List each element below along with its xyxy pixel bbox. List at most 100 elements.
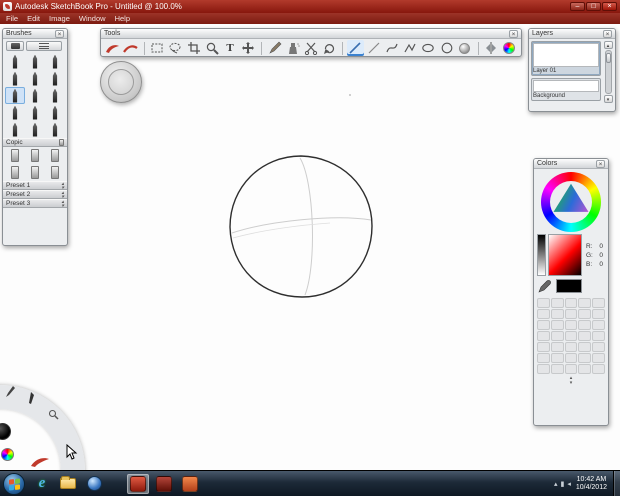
tray-network-icon[interactable]: ▮ xyxy=(560,480,564,488)
taskbar-clock[interactable]: 10:42 AM 10/4/2012 xyxy=(576,476,607,492)
tray-volume-icon[interactable]: ◂ xyxy=(567,480,571,488)
color-swatch[interactable] xyxy=(564,364,578,374)
copic-swatch[interactable] xyxy=(25,164,45,181)
circle-tool-icon[interactable] xyxy=(438,40,455,56)
color-swatch[interactable] xyxy=(592,342,605,352)
taskbar-ie-icon[interactable]: e xyxy=(31,474,53,494)
brush-library-button[interactable] xyxy=(6,41,24,51)
taskbar-sketchbook-button[interactable] xyxy=(127,473,149,494)
preset-3-header[interactable]: Preset 3 ▴ ▾ xyxy=(3,199,67,208)
color-swatch[interactable] xyxy=(578,364,592,374)
cut-tool-icon[interactable] xyxy=(302,40,319,56)
layers-opacity-slider[interactable] xyxy=(604,50,612,94)
brushes-close-icon[interactable]: × xyxy=(55,29,64,38)
color-swatch[interactable] xyxy=(578,342,592,352)
color-swatch[interactable] xyxy=(537,320,550,330)
color-swatch[interactable] xyxy=(592,353,605,363)
menu-image[interactable]: Image xyxy=(49,14,70,23)
preset-1-expand-icon[interactable]: ▴ ▾ xyxy=(61,181,64,190)
menu-file[interactable]: File xyxy=(6,14,18,23)
color-swatch[interactable] xyxy=(578,298,592,308)
slider-knob[interactable] xyxy=(605,53,611,63)
color-swatch[interactable] xyxy=(537,331,550,341)
color-swatch[interactable] xyxy=(592,298,605,308)
transform-tool-icon[interactable] xyxy=(321,40,338,56)
copic-section-header[interactable]: Copic xyxy=(3,138,67,147)
color-swatch[interactable] xyxy=(537,342,550,352)
brush-list-view-button[interactable] xyxy=(26,41,62,51)
lasso-tool-icon[interactable] xyxy=(167,40,184,56)
lagoon-brush-icon[interactable] xyxy=(26,391,37,404)
color-swatch[interactable] xyxy=(550,320,564,330)
preset-2-header[interactable]: Preset 2 ▴ ▾ xyxy=(3,190,67,199)
brush-swatch[interactable] xyxy=(5,104,25,121)
brush-swatch[interactable] xyxy=(45,53,65,70)
preset-1-header[interactable]: Preset 1 ▴ ▾ xyxy=(3,181,67,190)
color-swatch[interactable] xyxy=(592,364,605,374)
brush-swatch[interactable] xyxy=(45,121,65,138)
color-swatch[interactable] xyxy=(578,309,592,319)
color-swatch[interactable] xyxy=(564,320,578,330)
start-button[interactable] xyxy=(3,472,25,495)
lagoon-pen-icon[interactable] xyxy=(4,385,15,398)
lagoon-zoom-icon[interactable] xyxy=(48,409,59,420)
color-swatch[interactable] xyxy=(578,353,592,363)
color-swatch[interactable] xyxy=(550,364,564,374)
menu-help[interactable]: Help xyxy=(115,14,130,23)
lagoon-color-wheel-icon[interactable] xyxy=(1,448,14,461)
brush-stroke-tool-icon[interactable] xyxy=(104,40,121,56)
brush-swatch[interactable] xyxy=(5,121,25,138)
brush-swatch[interactable] xyxy=(45,87,65,104)
copic-swatch[interactable] xyxy=(25,147,45,164)
brush-swatch[interactable] xyxy=(25,70,45,87)
close-button[interactable]: × xyxy=(602,2,617,11)
color-swatch[interactable] xyxy=(537,298,550,308)
color-swatch[interactable] xyxy=(564,298,578,308)
lagoon-stroke-icon[interactable] xyxy=(30,455,50,468)
menu-edit[interactable]: Edit xyxy=(27,14,40,23)
brush-puck[interactable] xyxy=(100,61,142,103)
brush-swatch[interactable] xyxy=(5,70,25,87)
color-swatch[interactable] xyxy=(550,342,564,352)
swatch-scroll-icon[interactable]: ▴ ▾ xyxy=(534,376,608,386)
brush-swatch[interactable] xyxy=(25,53,45,70)
layers-close-icon[interactable]: × xyxy=(603,29,612,38)
copic-swatch[interactable] xyxy=(5,164,25,181)
brush-swatch[interactable] xyxy=(45,70,65,87)
minimize-button[interactable]: – xyxy=(570,2,585,11)
taskbar-app-button[interactable] xyxy=(153,474,175,494)
layers-scroll-up-icon[interactable]: ▴ xyxy=(603,41,613,49)
color-swatch[interactable] xyxy=(537,353,550,363)
tools-close-icon[interactable]: × xyxy=(509,29,518,38)
gradient-ball-icon[interactable] xyxy=(456,40,473,56)
color-swatch[interactable] xyxy=(578,320,592,330)
brush-swatch[interactable] xyxy=(25,121,45,138)
crop-tool-icon[interactable] xyxy=(185,40,202,56)
curve-tool-icon[interactable] xyxy=(383,40,400,56)
color-swatch[interactable] xyxy=(564,342,578,352)
color-swatch[interactable] xyxy=(592,309,605,319)
color-swatch[interactable] xyxy=(550,331,564,341)
rect-select-tool-icon[interactable] xyxy=(148,40,165,56)
brush-swatch[interactable] xyxy=(45,104,65,121)
pencil-tool-icon[interactable] xyxy=(266,40,283,56)
taskbar-media-player-icon[interactable] xyxy=(83,474,105,494)
color-wheel[interactable] xyxy=(541,172,601,232)
color-swatch[interactable] xyxy=(537,309,550,319)
pen-stroke-tool-icon[interactable] xyxy=(122,40,139,56)
color-swatch[interactable] xyxy=(550,309,564,319)
show-desktop-button[interactable] xyxy=(613,470,620,496)
preset-3-expand-icon[interactable]: ▴ ▾ xyxy=(61,199,64,208)
brush-swatch-selected[interactable] xyxy=(5,87,25,104)
saturation-value-picker[interactable] xyxy=(548,234,582,276)
color-swatch[interactable] xyxy=(564,353,578,363)
layers-scrollbar[interactable]: ▴ ▾ xyxy=(603,41,613,103)
zoom-tool-icon[interactable] xyxy=(203,40,220,56)
taskbar-app-button-2[interactable] xyxy=(179,474,201,494)
ellipse-tool-icon[interactable] xyxy=(420,40,437,56)
brush-swatch[interactable] xyxy=(5,53,25,70)
polyline-tool-icon[interactable] xyxy=(402,40,419,56)
colors-close-icon[interactable]: × xyxy=(596,159,605,168)
color-swatch[interactable] xyxy=(564,309,578,319)
copic-swatch[interactable] xyxy=(45,164,65,181)
